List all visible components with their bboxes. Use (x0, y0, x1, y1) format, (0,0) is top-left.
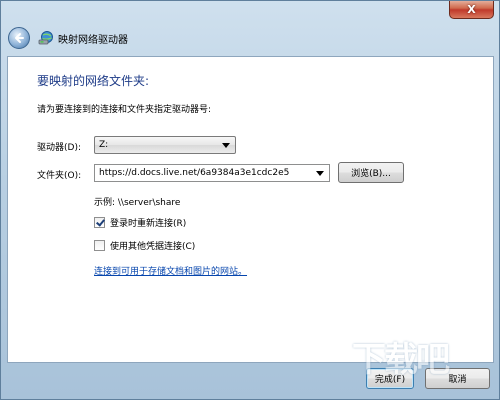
folder-combobox[interactable]: https://d.docs.live.net/6a9384a3e1cdc2e5 (94, 164, 330, 182)
chevron-down-icon (316, 171, 324, 176)
other-credentials-label: 使用其他凭据连接(C) (110, 242, 196, 252)
title-bar: 映射网络驱动器 (8, 26, 128, 50)
chevron-down-icon (222, 143, 230, 148)
window-frame: X 映射网络驱动器 要映射的网络文件夹: 请为要连接到的连接和文件夹指定驱动器号… (0, 0, 500, 400)
dialog-content: 要映射的网络文件夹: 请为要连接到的连接和文件夹指定驱动器号: 驱动器(D): … (7, 56, 494, 363)
close-icon: X (467, 2, 476, 16)
reconnect-option[interactable]: 登录时重新连接(R) (94, 216, 186, 229)
drive-select[interactable]: Z: (94, 136, 236, 154)
browse-button-label: 浏览(B)... (351, 169, 391, 179)
browse-button[interactable]: 浏览(B)... (338, 162, 404, 183)
close-button[interactable]: X (449, 0, 494, 19)
page-description: 请为要连接到的连接和文件夹指定驱动器号: (37, 105, 212, 115)
back-button[interactable] (8, 27, 30, 49)
other-credentials-checkbox[interactable] (94, 240, 105, 251)
drive-select-value: Z: (99, 140, 109, 150)
window-title: 映射网络驱动器 (58, 34, 128, 46)
website-link[interactable]: 连接到可用于存储文档和图片的网站。 (94, 264, 247, 277)
reconnect-checkbox[interactable] (94, 217, 105, 228)
network-drive-icon (38, 30, 54, 46)
folder-input-value: https://d.docs.live.net/6a9384a3e1cdc2e5 (99, 168, 290, 178)
folder-label: 文件夹(O): (37, 171, 82, 181)
example-text: 示例: \\server\share (94, 198, 181, 208)
page-heading: 要映射的网络文件夹: (37, 74, 150, 88)
watermark-logo: 下载吧 (352, 340, 450, 380)
other-credentials-option[interactable]: 使用其他凭据连接(C) (94, 239, 195, 252)
reconnect-label: 登录时重新连接(R) (110, 219, 187, 229)
drive-label: 驱动器(D): (37, 143, 81, 153)
back-arrow-icon (15, 33, 24, 43)
